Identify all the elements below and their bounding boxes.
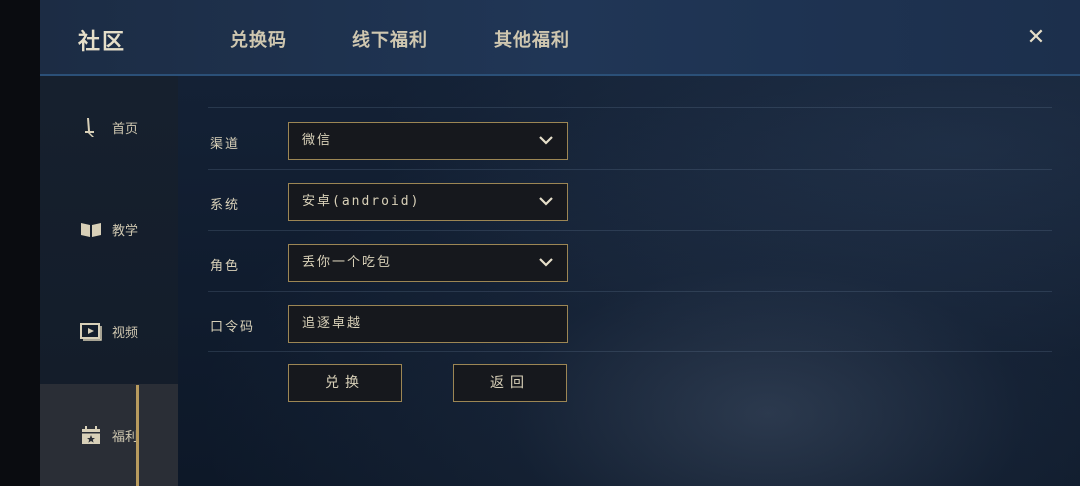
redeem-button[interactable]: 兑换 [288, 364, 402, 402]
video-icon [79, 320, 102, 342]
divider [208, 107, 1052, 108]
sword-icon [80, 116, 102, 138]
code-input[interactable]: 追逐卓越 [288, 305, 568, 343]
header-bar: 社区 兑换码 线下福利 其他福利 ✕ [40, 0, 1080, 76]
channel-value: 微信 [302, 133, 333, 148]
tab-other-benefits[interactable]: 其他福利 [494, 26, 570, 52]
system-label: 系统 [210, 198, 241, 213]
code-label: 口令码 [210, 320, 256, 335]
close-button[interactable]: ✕ [1022, 22, 1050, 54]
sidebar-item-benefits[interactable]: 福利 [40, 384, 178, 486]
system-select[interactable]: 安卓(android) [288, 183, 568, 221]
sidebar-item-label: 福利 [111, 429, 138, 445]
tab-offline-benefits[interactable]: 线下福利 [352, 26, 428, 52]
code-value: 追逐卓越 [302, 316, 363, 331]
sidebar-item-video[interactable]: 视频 [40, 280, 178, 382]
book-icon [80, 218, 102, 240]
divider [208, 169, 1052, 170]
tab-redeem-code[interactable]: 兑换码 [230, 26, 287, 52]
chevron-down-icon [539, 197, 553, 206]
active-indicator [136, 385, 139, 486]
redeem-form: 渠道 微信 系统 安卓(android) 角色 丢你一个吃包 口令码 追逐卓越 … [208, 76, 1052, 486]
sidebar-item-label: 首页 [111, 121, 138, 137]
divider [208, 351, 1052, 352]
back-button[interactable]: 返回 [453, 364, 567, 402]
divider [208, 230, 1052, 231]
role-label: 角色 [210, 259, 241, 274]
chevron-down-icon [539, 136, 553, 145]
close-icon: ✕ [1026, 25, 1046, 50]
system-value: 安卓(android) [302, 194, 421, 209]
role-value: 丢你一个吃包 [302, 255, 393, 270]
chevron-down-icon [539, 258, 553, 267]
gift-calendar-icon [80, 424, 102, 446]
channel-label: 渠道 [210, 137, 241, 152]
sidebar-item-home[interactable]: 首页 [40, 76, 178, 178]
sidebar-item-tutorial[interactable]: 教学 [40, 178, 178, 280]
left-edge-strip [0, 0, 40, 486]
channel-select[interactable]: 微信 [288, 122, 568, 160]
page-title: 社区 [78, 30, 127, 55]
role-select[interactable]: 丢你一个吃包 [288, 244, 568, 282]
sidebar-item-label: 视频 [111, 325, 138, 341]
divider [208, 291, 1052, 292]
sidebar-item-label: 教学 [111, 223, 138, 239]
